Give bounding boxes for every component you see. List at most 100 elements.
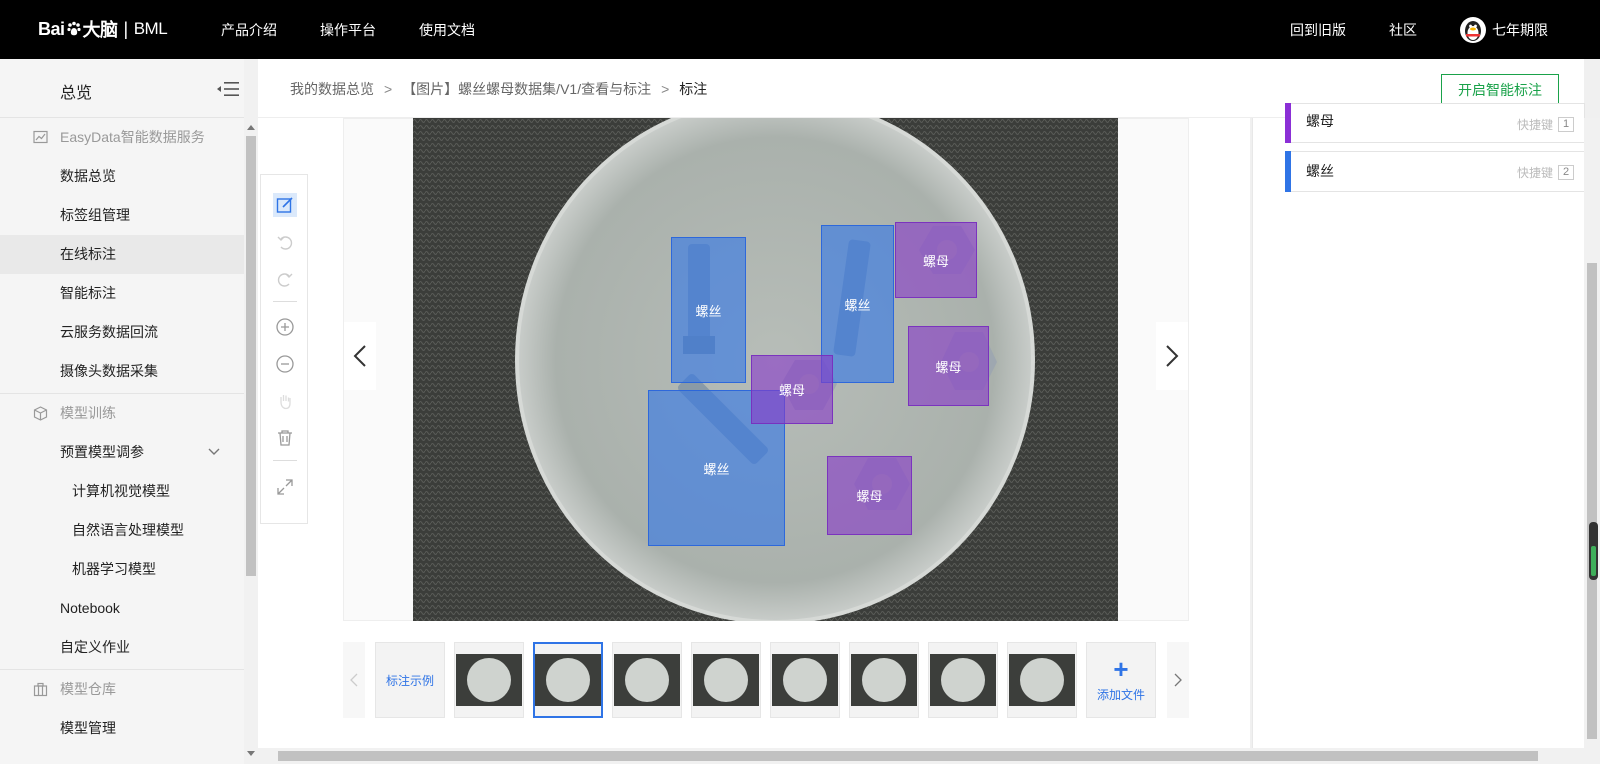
sidebar-group-warehouse[interactable]: 模型仓库 xyxy=(0,670,244,709)
sidebar-item-online-label[interactable]: 在线标注 xyxy=(0,235,244,274)
page-vertical-scrollbar[interactable] xyxy=(1584,118,1600,748)
sidebar-item-label: Notebook xyxy=(60,600,120,616)
sidebar-item-cloud-return[interactable]: 云服务数据回流 xyxy=(0,313,244,352)
sidebar-item-label: 智能标注 xyxy=(60,285,116,301)
thumbnail-image[interactable] xyxy=(612,642,682,718)
sidebar-item-ml-model[interactable]: 机器学习模型 xyxy=(0,550,244,589)
side-float-widget[interactable] xyxy=(1589,522,1598,580)
sidebar-title: 总览 xyxy=(60,85,93,102)
annotation-image[interactable]: 螺丝 螺丝 螺丝 螺母 螺母 螺母 螺母 xyxy=(413,118,1118,621)
sidebar-group-label: EasyData智能数据服务 xyxy=(60,129,205,145)
sidebar-group-easydata[interactable]: EasyData智能数据服务 xyxy=(0,118,244,157)
thumbnail-picture xyxy=(693,654,759,706)
scroll-down-arrow-icon[interactable] xyxy=(247,751,255,756)
thumbnail-image-selected[interactable] xyxy=(533,642,603,718)
redo-button[interactable] xyxy=(273,267,297,291)
thumbnail-picture xyxy=(1009,654,1075,706)
bbox-nut[interactable]: 螺母 xyxy=(908,326,989,406)
toolbox-divider xyxy=(273,301,297,302)
hotkey-key: 1 xyxy=(1558,117,1574,132)
enable-smart-label-button[interactable]: 开启智能标注 xyxy=(1441,74,1559,106)
avatar[interactable] xyxy=(1460,16,1486,43)
breadcrumb-root-link[interactable]: 我的数据总览 xyxy=(290,79,374,99)
sidebar-item-model-mgmt[interactable]: 模型管理 xyxy=(0,709,244,748)
label-name: 螺丝 xyxy=(1306,163,1334,179)
thumbnail-picture xyxy=(930,654,996,706)
fullscreen-button[interactable] xyxy=(273,475,297,499)
sidebar-item-nlp-model[interactable]: 自然语言处理模型 xyxy=(0,511,244,550)
sidebar: 总览 EasyData智能数据服务 数据总览 标签组管理 在线标注 智能标注 云… xyxy=(0,59,258,764)
bbox-label: 螺丝 xyxy=(844,297,871,313)
zoom-out-button[interactable] xyxy=(273,352,297,376)
community-link[interactable]: 社区 xyxy=(1389,20,1417,40)
thumbnail-image[interactable] xyxy=(928,642,998,718)
username[interactable]: 七年期限 xyxy=(1492,20,1548,40)
horizontal-scrollbar-thumb[interactable] xyxy=(278,751,1538,761)
sidebar-item-label: 云服务数据回流 xyxy=(60,324,158,340)
sidebar-item-label: 计算机视觉模型 xyxy=(72,483,170,499)
sidebar-item-data-overview[interactable]: 数据总览 xyxy=(0,157,244,196)
bbox-nut[interactable]: 螺母 xyxy=(895,222,977,298)
sidebar-item-camera[interactable]: 摄像头数据采集 xyxy=(0,352,244,391)
thumbnail-image[interactable] xyxy=(1007,642,1077,718)
sidebar-item-notebook[interactable]: Notebook xyxy=(0,589,244,628)
sidebar-item-cv-model[interactable]: 计算机视觉模型 xyxy=(0,472,244,511)
label-example-card[interactable]: 标注示例 xyxy=(375,642,445,718)
thumbnail-image[interactable] xyxy=(691,642,761,718)
baidu-bml-logo[interactable]: Bai 大脑 | BML xyxy=(38,14,168,44)
annotation-toolbox xyxy=(260,174,308,524)
previous-image-button[interactable] xyxy=(344,322,376,390)
back-to-old-version-link[interactable]: 回到旧版 xyxy=(1290,20,1346,40)
bbox-label: 螺丝 xyxy=(703,461,730,477)
thumbnail-image[interactable] xyxy=(770,642,840,718)
bbox-label: 螺丝 xyxy=(695,303,722,319)
thumbnail-picture xyxy=(535,654,601,706)
cube-icon xyxy=(33,406,48,421)
scroll-up-arrow-icon[interactable] xyxy=(247,125,255,130)
nav-platform[interactable]: 操作平台 xyxy=(320,20,376,40)
sidebar-item-tag-group[interactable]: 标签组管理 xyxy=(0,196,244,235)
label-item-nut[interactable]: 螺母 快捷键 1 xyxy=(1285,103,1585,143)
thumbnail-picture xyxy=(851,654,917,706)
pan-hand-button[interactable] xyxy=(273,389,297,413)
thumbnail-picture xyxy=(772,654,838,706)
undo-button[interactable] xyxy=(273,230,297,254)
label-item-screw[interactable]: 螺丝 快捷键 2 xyxy=(1285,151,1585,192)
chevron-left-icon xyxy=(350,673,358,687)
add-file-label: 添加文件 xyxy=(1096,687,1145,702)
label-example-text: 标注示例 xyxy=(385,673,434,688)
thumbnail-next-button[interactable] xyxy=(1167,642,1189,718)
bbox-nut[interactable]: 螺母 xyxy=(751,355,833,424)
sidebar-scrollbar-thumb[interactable] xyxy=(246,136,256,576)
bbox-screw[interactable]: 螺丝 xyxy=(671,237,746,383)
sidebar-scrollbar[interactable] xyxy=(244,59,258,764)
thumbnail-prev-button[interactable] xyxy=(343,642,365,718)
plus-icon: + xyxy=(1113,653,1129,684)
collapse-sidebar-icon[interactable] xyxy=(216,80,240,98)
undo-icon xyxy=(277,236,293,250)
logo-bml: BML xyxy=(133,19,168,38)
zoom-in-button[interactable] xyxy=(273,315,297,339)
delete-button[interactable] xyxy=(273,426,297,450)
sidebar-item-custom-job[interactable]: 自定义作业 xyxy=(0,628,244,667)
add-file-button[interactable]: + 添加文件 xyxy=(1086,642,1156,718)
thumbnail-image[interactable] xyxy=(454,642,524,718)
page-horizontal-scrollbar[interactable] xyxy=(258,748,1600,764)
thumbnail-image[interactable] xyxy=(849,642,919,718)
sidebar-item-smart-label[interactable]: 智能标注 xyxy=(0,274,244,313)
hotkey-text: 快捷键 xyxy=(1516,118,1553,132)
draw-rectangle-tool[interactable] xyxy=(273,193,297,217)
breadcrumb-dataset-link[interactable]: 【图片】螺丝螺母数据集/V1/查看与标注 xyxy=(402,79,651,99)
vertical-scrollbar-thumb[interactable] xyxy=(1587,263,1597,739)
nav-docs[interactable]: 使用文档 xyxy=(419,20,475,40)
warehouse-icon xyxy=(33,682,48,697)
label-color-bar xyxy=(1285,103,1291,143)
nav-product-intro[interactable]: 产品介绍 xyxy=(221,20,277,40)
sidebar-item-label: 摄像头数据采集 xyxy=(60,363,158,379)
thumbnail-picture xyxy=(614,654,680,706)
sidebar-item-preset-tuning[interactable]: 预置模型调参 xyxy=(0,433,244,472)
sidebar-group-training[interactable]: 模型训练 xyxy=(0,394,244,433)
bbox-nut[interactable]: 螺母 xyxy=(827,456,912,535)
chevron-right-icon xyxy=(1174,673,1182,687)
next-image-button[interactable] xyxy=(1156,322,1188,390)
